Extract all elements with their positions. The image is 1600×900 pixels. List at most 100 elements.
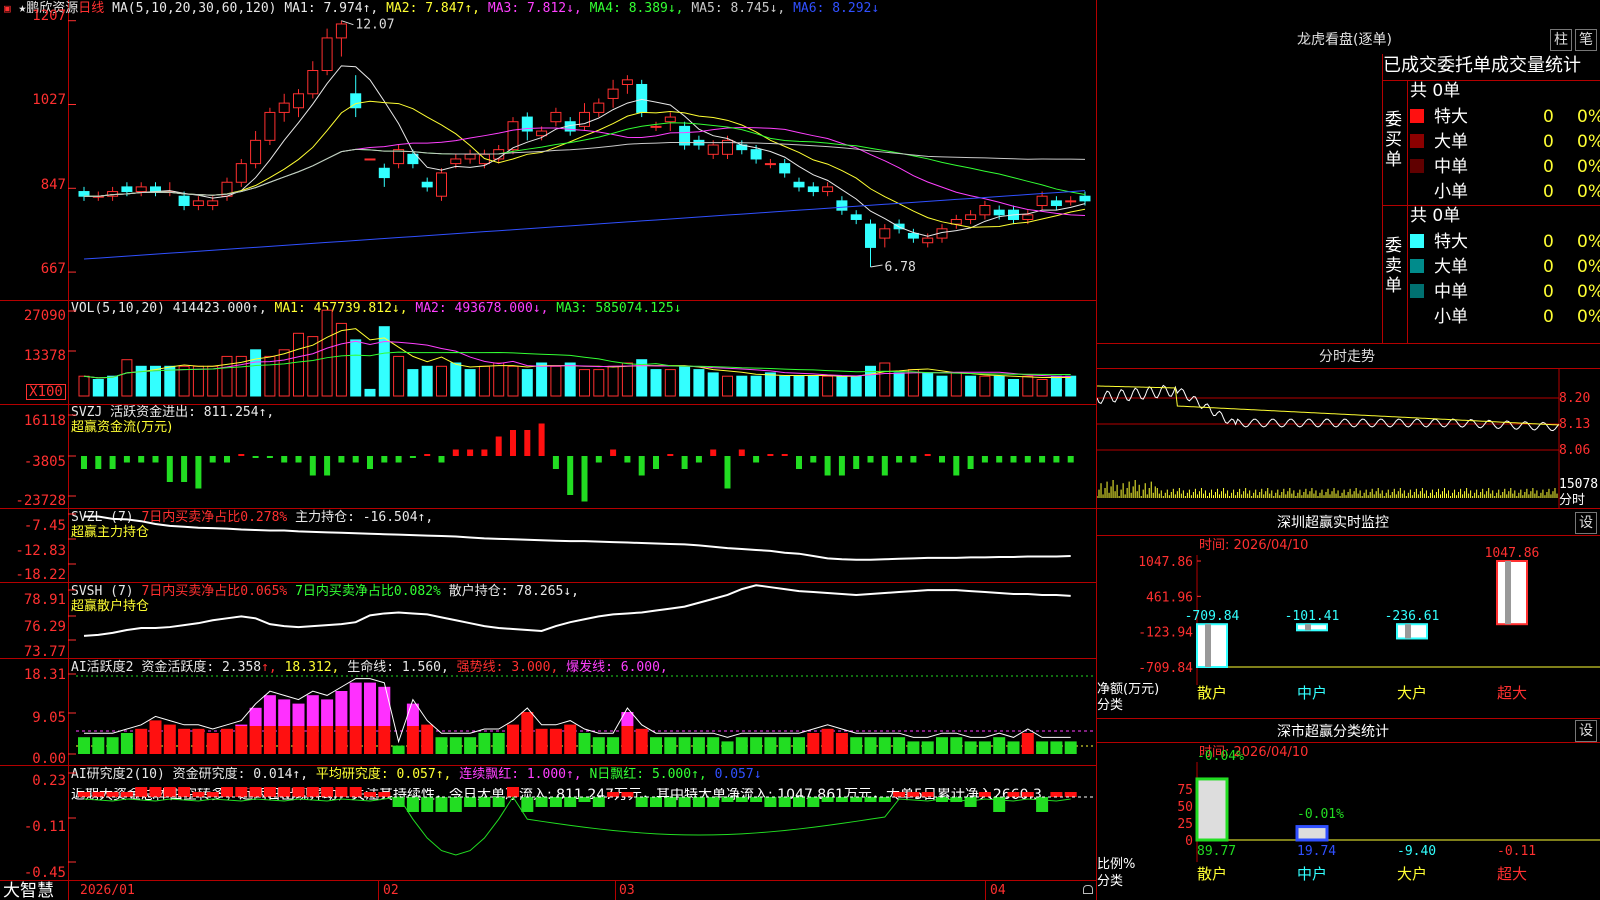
- candle-body: [907, 232, 919, 239]
- ai-bar: [292, 726, 305, 754]
- ai-bar-top: [321, 699, 334, 726]
- svzj-bar: [123, 456, 130, 463]
- svzj-bar: [781, 454, 788, 456]
- candle-body: [1079, 195, 1091, 202]
- ai-bar: [78, 737, 90, 754]
- ai2-bar: [964, 797, 977, 807]
- szc-bottom-label: -0.11: [1497, 844, 1536, 859]
- szm-bar: [1396, 623, 1428, 640]
- svzj-bar: [710, 449, 717, 456]
- szc-category-label: 大户: [1397, 865, 1427, 883]
- szc-bar: [1295, 825, 1329, 842]
- svzj-bar: [567, 456, 574, 495]
- xaxis-label-4: 04: [990, 883, 1006, 898]
- vol-chart[interactable]: [0, 300, 1097, 404]
- candle-body: [250, 139, 262, 165]
- candle-body: [879, 228, 891, 239]
- ai-bar: [1050, 741, 1063, 754]
- main-chart-area[interactable]: ▣ ★鹏欣资源日线 MA(5,10,20,30,60,120) MA1: 7.9…: [0, 0, 1097, 900]
- buy-label: 特大: [1434, 107, 1468, 127]
- candle-body: [207, 200, 219, 207]
- intraday-ylabel-1: 8.20: [1559, 391, 1591, 406]
- sell-row: 特大 0 0%: [1410, 232, 1600, 252]
- sell-color-swatch: [1410, 309, 1424, 323]
- sell-label: 小单: [1434, 307, 1468, 327]
- tab-bar-button[interactable]: 柱: [1550, 29, 1572, 51]
- ai2-chart[interactable]: [0, 765, 1097, 880]
- szm-bar: [1496, 560, 1528, 626]
- svzj-chart[interactable]: [0, 404, 1097, 508]
- lock-icon[interactable]: [1083, 885, 1093, 894]
- svzj-bar: [510, 430, 516, 456]
- ai-bar: [1064, 741, 1077, 754]
- szm-category-label: 超大: [1497, 684, 1527, 702]
- svzj-bar: [595, 456, 602, 463]
- sell-side-label: 委卖单: [1385, 236, 1402, 296]
- sz-monitor-chart[interactable]: 1047.86 461.96 -123.94 -709.84 -709.84 散户 -101…: [1097, 535, 1600, 715]
- vol-bar: [507, 365, 519, 397]
- svzj-bar: [753, 456, 760, 463]
- ai2-bar: [793, 797, 805, 807]
- kline-chart[interactable]: 12.07 6.78: [0, 0, 1097, 300]
- vol-bar: [378, 326, 390, 397]
- vol-bar: [793, 375, 805, 397]
- vol-bar: [650, 369, 662, 397]
- intraday-chart[interactable]: [1097, 368, 1600, 508]
- szc-category-label: 散户: [1197, 865, 1227, 883]
- ai-bar: [549, 728, 562, 754]
- buy-color-swatch: [1410, 184, 1424, 198]
- sz-monitor-settings-button[interactable]: 设: [1575, 512, 1597, 534]
- sell-pct: 0%: [1577, 282, 1600, 302]
- ai2-bar: [120, 792, 133, 797]
- svzj-bar: [538, 423, 545, 456]
- svzj-bar: [252, 456, 259, 458]
- ai-bar: [921, 741, 934, 754]
- svzl-chart[interactable]: [0, 508, 1097, 582]
- sell-color-swatch: [1410, 284, 1424, 298]
- ai2-bar: [835, 797, 848, 802]
- candle-body: [1022, 214, 1034, 220]
- ai-chart[interactable]: [0, 658, 1097, 765]
- sz-class-title: 深市超赢分类统计: [1277, 724, 1389, 740]
- svsh-chart[interactable]: [0, 582, 1097, 658]
- ai2-bar: [135, 787, 148, 797]
- sz-class-chart[interactable]: 75 50 25 0 -0.04% -0.01% 89.77 散户 19.74 中户 -9.40 大户…: [1097, 742, 1600, 900]
- sell-count: 0: [1543, 257, 1554, 277]
- svzj-bar: [238, 454, 245, 456]
- buy-count: 0: [1543, 157, 1554, 177]
- candle-body: [664, 116, 676, 123]
- ai-bar: [1007, 741, 1020, 754]
- ai-bar-top: [507, 724, 519, 726]
- vol-bar: [92, 379, 104, 397]
- candle-body: [836, 200, 848, 211]
- candle-body: [550, 111, 562, 123]
- svzl-line: [84, 515, 1071, 561]
- ai2-bar: [621, 792, 634, 797]
- sell-color-swatch: [1410, 234, 1424, 248]
- vol-bar: [78, 375, 90, 397]
- vol-bar: [293, 332, 304, 397]
- svzj-bar: [767, 454, 774, 456]
- buy-pct: 0%: [1577, 132, 1600, 152]
- low-pointer: [870, 264, 883, 268]
- buy-row: 大单 0 0%: [1410, 132, 1600, 152]
- ai2-bar: [778, 797, 791, 807]
- vol-bar: [107, 375, 119, 397]
- ai2-bar: [807, 797, 820, 807]
- buy-color-swatch: [1410, 159, 1424, 173]
- candle-body: [335, 23, 347, 39]
- candle-body: [1036, 195, 1048, 207]
- ai2-bar: [1007, 792, 1020, 797]
- svzj-bar: [309, 456, 316, 476]
- ai2-bar: [306, 787, 319, 797]
- xaxis-label-1: 2026/01: [80, 883, 135, 898]
- ai2-bar: [549, 797, 562, 807]
- ai2-bar: [907, 792, 920, 797]
- ai2-bar: [149, 787, 162, 797]
- ai-bar: [449, 737, 462, 754]
- vol-bar: [207, 365, 219, 397]
- tab-tick-button[interactable]: 笔: [1575, 29, 1597, 51]
- vol-bar: [707, 372, 719, 397]
- ai-bar-top: [621, 712, 634, 726]
- sz-class-settings-button[interactable]: 设: [1575, 720, 1597, 742]
